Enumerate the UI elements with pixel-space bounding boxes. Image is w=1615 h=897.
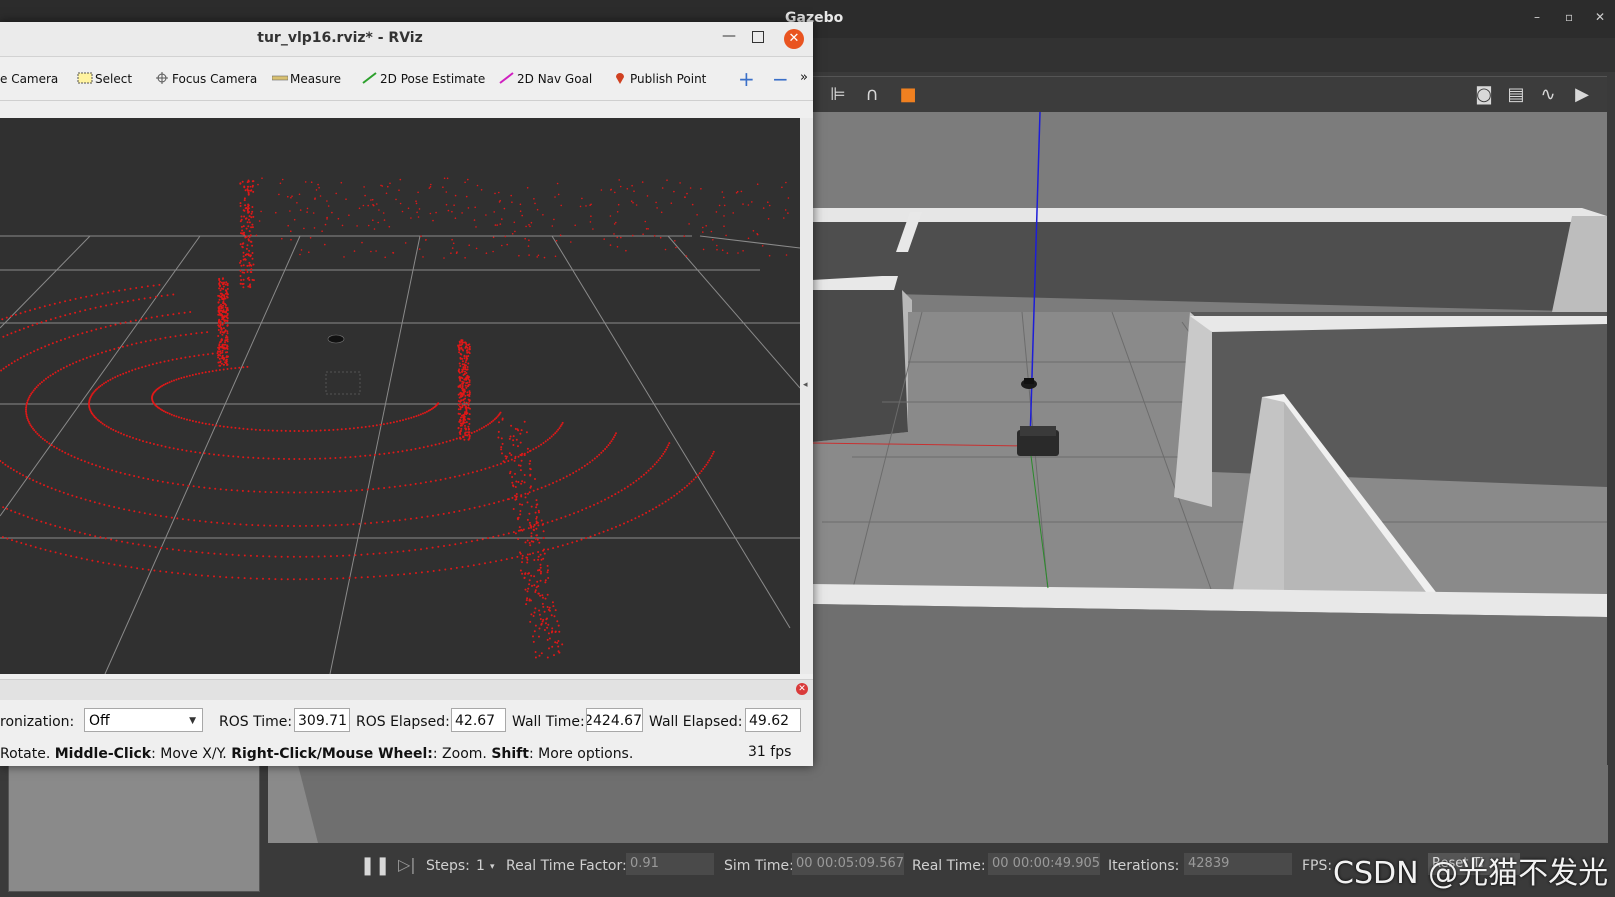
tool-measure[interactable]: Measure (272, 72, 341, 86)
publish-point-icon (612, 72, 628, 84)
status-rotate: Rotate. (0, 746, 55, 762)
robot-body (326, 372, 360, 394)
sync-mode-select[interactable]: Off ▼ (84, 708, 203, 732)
real-time-factor-label: Real Time Factor: (506, 858, 627, 874)
ground-grid (0, 236, 800, 674)
steps-value[interactable]: 1 (476, 858, 485, 874)
rviz-time-panel: ✕ ronization: Off ▼ ROS Time: 309.71 ROS… (0, 679, 813, 766)
align-icon[interactable]: ⊫ (826, 83, 850, 107)
iterations-value: 42839 (1184, 853, 1292, 875)
rviz-tools-toolbar: e Camera Select Focus Camera Measure 2D … (0, 58, 813, 101)
camera-screenshot-icon[interactable]: ◙ (1472, 83, 1496, 107)
plus-icon[interactable]: + (738, 67, 755, 91)
tool-focus-camera[interactable]: Focus Camera (154, 72, 257, 86)
robot-lidar (328, 335, 344, 343)
plot-icon[interactable]: ∿ (1536, 83, 1560, 107)
sim-time-label: Sim Time: (724, 858, 794, 874)
chevron-right-icon[interactable]: » (800, 70, 808, 85)
tool-2d-pose-estimate-label: 2D Pose Estimate (380, 72, 485, 86)
time-panel-header: ✕ (0, 680, 813, 700)
ros-time-field[interactable]: 309.71 (294, 708, 350, 732)
wall-time-label: Wall Time: (512, 714, 585, 730)
tool-select-label: Select (95, 72, 132, 86)
wall-elapsed-label: Wall Elapsed: (649, 714, 742, 730)
wall-time-field[interactable]: 2424.67 (586, 708, 643, 732)
tool-2d-nav-goal-label: 2D Nav Goal (517, 72, 592, 86)
tool-move-camera-label: e Camera (0, 72, 58, 86)
ros-time-label: ROS Time: (219, 714, 292, 730)
chevron-down-icon: ▼ (189, 709, 196, 733)
tool-move-camera[interactable]: e Camera (0, 72, 58, 86)
sync-label: ronization: (0, 714, 74, 730)
gazebo-3d-scene[interactable] (812, 112, 1607, 842)
ros-elapsed-label: ROS Elapsed: (356, 714, 450, 730)
gazebo-toolbar: ⊫ ∩ ■ ◙ ▤ ∿ ▶ (812, 76, 1607, 113)
tool-publish-point[interactable]: Publish Point (612, 72, 706, 86)
video-record-icon[interactable]: ▶ (1570, 83, 1594, 107)
log-icon[interactable]: ▤ (1504, 83, 1528, 107)
measure-icon (272, 72, 288, 84)
status-right-click-text: : Zoom. (433, 746, 491, 762)
pointcloud-render (0, 118, 800, 674)
real-time-value: 00 00:00:49.905 (988, 853, 1100, 875)
status-middle-click: Middle-Click (55, 746, 151, 762)
gazebo-world-render (812, 112, 1607, 842)
gazebo-minimize-button[interactable]: – (1534, 10, 1540, 24)
step-icon[interactable]: ▷| (398, 855, 416, 874)
ros-elapsed-field[interactable]: 42.67 (451, 708, 506, 732)
fps-label: FPS: (1302, 858, 1332, 874)
time-panel-close-icon[interactable]: ✕ (796, 683, 808, 695)
sync-mode-value: Off (89, 713, 110, 729)
pause-icon[interactable]: ❚❚ (360, 855, 390, 876)
pose-estimate-icon (362, 72, 378, 84)
tool-select[interactable]: Select (77, 72, 132, 86)
rviz-maximize-button[interactable] (752, 31, 764, 43)
gazebo-close-button[interactable]: ✕ (1595, 10, 1605, 24)
rviz-close-button[interactable]: ✕ (784, 29, 804, 49)
nav-goal-icon (499, 72, 515, 84)
steps-dropdown-icon[interactable]: ▾ (490, 862, 495, 872)
tool-2d-pose-estimate[interactable]: 2D Pose Estimate (362, 72, 485, 86)
rviz-titlebar[interactable]: tur_vlp16.rviz* - RViz — ✕ (0, 22, 813, 57)
status-help-text: Rotate. Middle-Click: Move X/Y. Right-Cl… (0, 746, 633, 762)
status-shift-text: : More options. (529, 746, 633, 762)
collapse-arrow-icon[interactable]: ◂ (803, 380, 808, 390)
watermark-text: CSDN @光猫不发光 (1333, 848, 1608, 892)
status-shift: Shift (491, 746, 529, 762)
rviz-right-splitter[interactable]: ◂ (800, 118, 813, 674)
snap-icon[interactable]: ∩ (860, 83, 884, 107)
real-time-factor-value: 0.91 (626, 853, 714, 875)
tool-measure-label: Measure (290, 72, 341, 86)
view-angle-icon[interactable]: ■ (896, 83, 920, 107)
rviz-3d-view[interactable] (0, 118, 800, 674)
steps-label: Steps: (426, 858, 470, 874)
sim-time-value: 00 00:05:09.567 (792, 853, 904, 875)
rviz-minimize-button[interactable]: — (722, 28, 736, 44)
real-time-label: Real Time: (912, 858, 986, 874)
tool-focus-camera-label: Focus Camera (172, 72, 257, 86)
status-middle-click-text: : Move X/Y. (151, 746, 231, 762)
rviz-window-title: tur_vlp16.rviz* - RViz (0, 30, 680, 46)
gazebo-scene-lower (268, 765, 1608, 843)
fps-counter: 31 fps (748, 744, 791, 760)
tool-publish-point-label: Publish Point (630, 72, 706, 86)
status-right-click: Right-Click/Mouse Wheel: (231, 746, 433, 762)
pointcloud-points (0, 177, 789, 658)
rviz-window: tur_vlp16.rviz* - RViz — ✕ e Camera Sele… (0, 22, 813, 766)
select-icon (77, 72, 93, 84)
focus-camera-icon (154, 72, 170, 84)
tool-2d-nav-goal[interactable]: 2D Nav Goal (499, 72, 592, 86)
gazebo-left-panel (8, 765, 260, 892)
minus-icon[interactable]: − (772, 67, 789, 91)
iterations-label: Iterations: (1108, 858, 1179, 874)
gazebo-maximize-button[interactable]: ▫ (1565, 10, 1573, 24)
wall-elapsed-field[interactable]: 49.62 (745, 708, 801, 732)
